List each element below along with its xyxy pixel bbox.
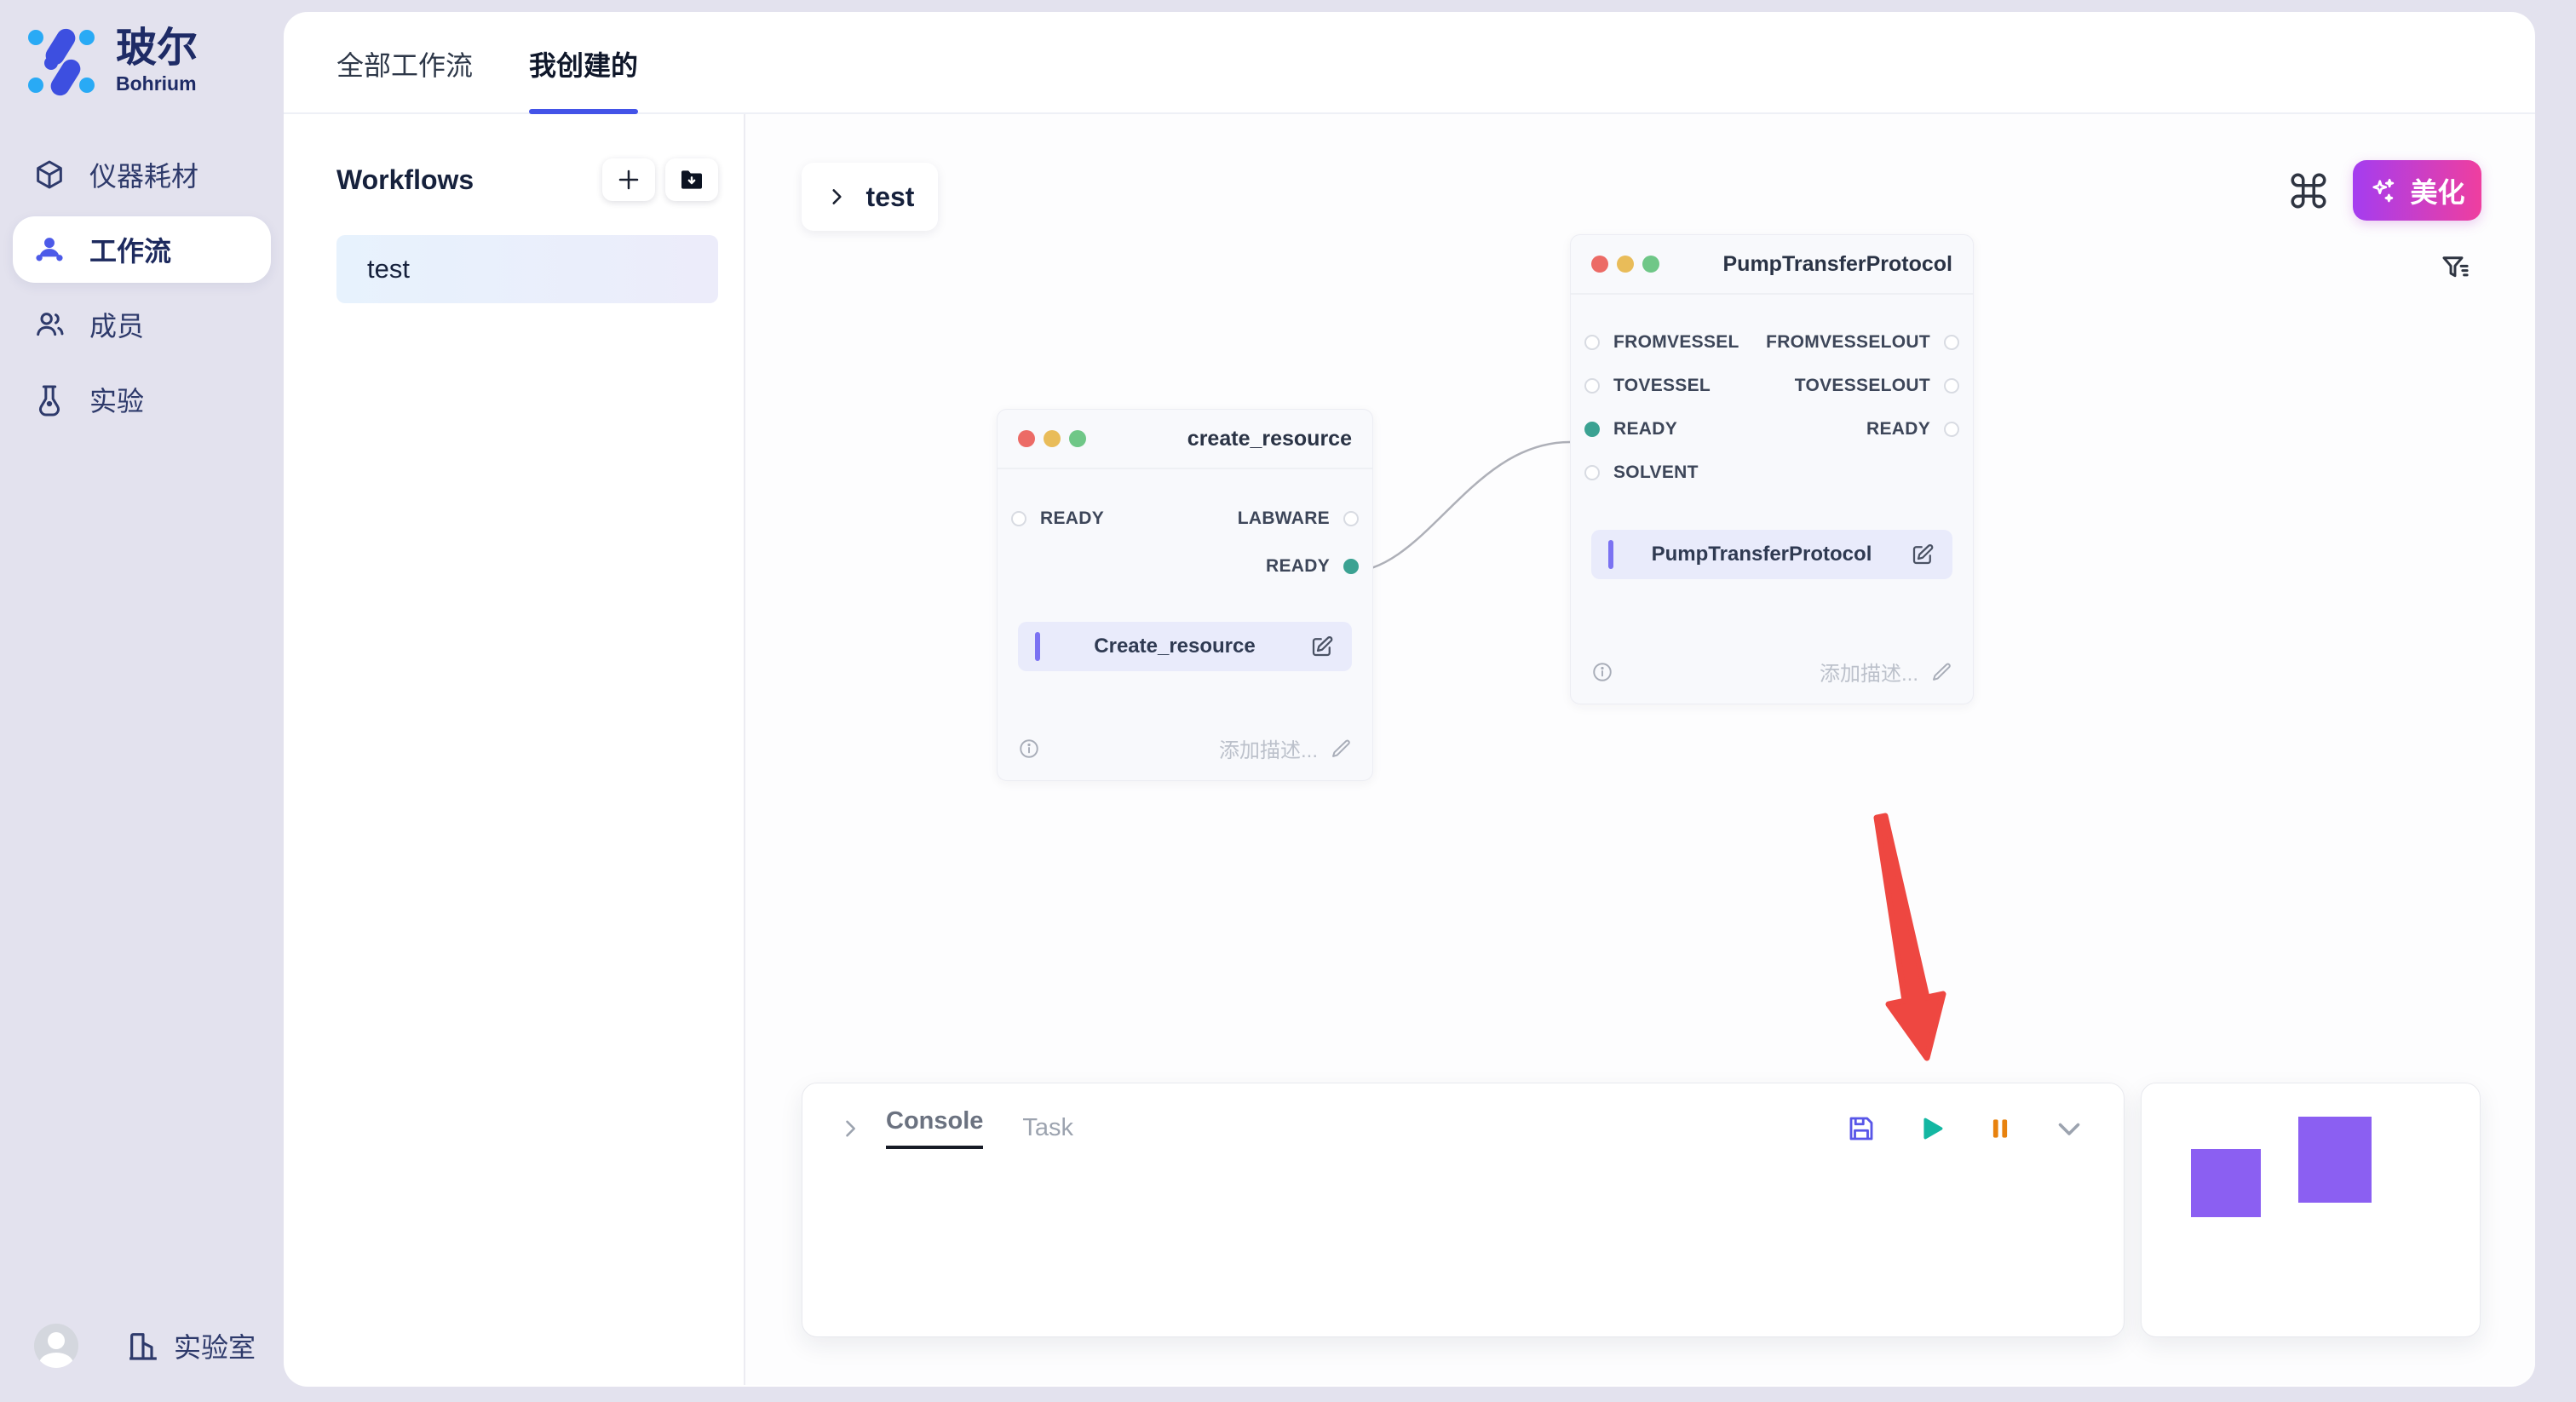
sidebar: 玻尔 Bohrium 仪器耗材 工作流 [0,0,284,1402]
workflow-list-item[interactable]: test [336,235,718,303]
node-title: PumpTransferProtocol [1723,252,1953,277]
logo-subtitle: Bohrium [116,72,198,95]
edit-icon[interactable] [1910,542,1935,567]
annotation-arrow [1877,816,1943,1058]
add-workflow-button[interactable] [602,158,655,201]
node-create-resource[interactable]: create_resource READY LABWARE [997,409,1373,781]
top-tabbar: 全部工作流 我创建的 [284,12,2535,114]
sidebar-nav: 仪器耗材 工作流 成员 [0,141,284,433]
console-panel: Console Task [802,1083,2125,1337]
port-handle-connected[interactable] [1343,559,1359,574]
minimap-node [2191,1149,2261,1217]
tab-console[interactable]: Console [886,1107,983,1149]
step-name-pill: PumpTransferProtocol [1591,530,1952,579]
output-port-ready: READY [1866,419,1959,440]
workflow-icon [32,232,67,267]
sidebar-item-experiment[interactable]: 实验 [13,366,271,433]
lab-switcher[interactable]: 实验室 [126,1326,256,1365]
traffic-dots-icon [1018,430,1086,447]
port-handle[interactable] [1011,511,1026,526]
minimap-node [2298,1117,2372,1203]
save-icon [1846,1113,1877,1144]
logo: 玻尔 Bohrium [0,0,284,97]
instruments-box-icon [32,157,67,192]
play-icon [1918,1114,1946,1143]
input-port-fromvessel: FROMVESSEL [1584,332,1739,353]
layout-command-button[interactable] [2285,167,2332,215]
port-row: READY READY [1571,407,1973,451]
input-port-ready: READY [1584,419,1677,440]
port-handle[interactable] [1584,378,1600,394]
step-name-pill: Create_resource [1018,622,1352,671]
chevron-down-icon [2054,1113,2084,1144]
port-row: READY LABWARE [998,495,1372,543]
port-handle-connected[interactable] [1584,422,1600,437]
input-port-tovessel: TOVESSEL [1584,376,1711,396]
output-port-labware: LABWARE [1238,509,1359,529]
pencil-icon [1330,738,1352,760]
sidebar-item-members[interactable]: 成员 [13,291,271,358]
pause-button[interactable] [1987,1116,2013,1141]
workflows-title: Workflows [336,164,474,196]
input-port-solvent: SOLVENT [1584,463,1699,483]
sidebar-item-instruments[interactable]: 仪器耗材 [13,141,271,208]
traffic-dots-icon [1591,256,1659,273]
tab-task[interactable]: Task [1022,1114,1073,1142]
members-icon [32,307,67,342]
main-panel: 全部工作流 我创建的 Workflows [284,12,2535,1387]
add-description[interactable]: 添加描述... [1219,733,1352,763]
import-workflow-button[interactable] [665,158,718,201]
port-row: FROMVESSEL FROMVESSELOUT [1571,320,1973,364]
output-port-ready: READY [1266,556,1359,577]
sparkles-icon [2369,176,2398,205]
pencil-icon [1930,661,1952,683]
port-handle[interactable] [1944,422,1959,437]
sidebar-item-workflow[interactable]: 工作流 [13,216,271,283]
info-icon[interactable] [1591,661,1613,683]
node-title: create_resource [1187,427,1352,451]
tab-created-by-me[interactable]: 我创建的 [529,44,638,112]
pause-icon [1987,1116,2013,1141]
filter-funnel-icon [2438,250,2474,286]
filter-button[interactable] [2436,249,2475,288]
collapse-console-button[interactable] [2054,1113,2084,1144]
port-handle[interactable] [1584,335,1600,350]
port-handle[interactable] [1944,335,1959,350]
workflow-list-panel: Workflows test [284,114,745,1385]
building-icon [126,1329,160,1363]
expand-chevron-icon[interactable] [838,1117,862,1141]
beautify-button[interactable]: 美化 [2353,160,2481,221]
port-handle[interactable] [1584,465,1600,480]
tab-all-workflows[interactable]: 全部工作流 [336,44,473,112]
command-icon [2287,170,2330,212]
beautify-label: 美化 [2410,171,2464,210]
port-handle[interactable] [1343,511,1359,526]
experiment-icon [32,382,67,417]
info-icon[interactable] [1018,738,1040,760]
run-button[interactable] [1918,1114,1946,1143]
workflow-canvas[interactable]: test 美化 [745,114,2535,1385]
port-row: TOVESSEL TOVESSELOUT [1571,364,1973,407]
chevron-right-icon [825,186,848,208]
port-handle[interactable] [1944,378,1959,394]
workflow-breadcrumb[interactable]: test [802,163,938,231]
output-port-fromvesselout: FROMVESSELOUT [1766,332,1959,353]
bohrium-logo-icon [26,26,97,97]
logo-title: 玻尔 [116,27,198,70]
add-description[interactable]: 添加描述... [1820,657,1952,687]
user-avatar[interactable] [34,1324,78,1368]
output-port-tovesselout: TOVESSELOUT [1795,376,1959,396]
plus-icon [616,167,641,192]
save-button[interactable] [1846,1113,1877,1144]
node-pump-transfer-protocol[interactable]: PumpTransferProtocol FROMVESSEL FROMVESS… [1570,234,1974,704]
input-port-ready: READY [1011,509,1104,529]
port-row: READY [998,543,1372,590]
connection-edge [1347,442,1570,572]
minimap[interactable] [2141,1083,2481,1337]
port-row: SOLVENT [1571,451,1973,494]
edit-icon[interactable] [1309,634,1335,659]
folder-import-icon [678,166,705,193]
